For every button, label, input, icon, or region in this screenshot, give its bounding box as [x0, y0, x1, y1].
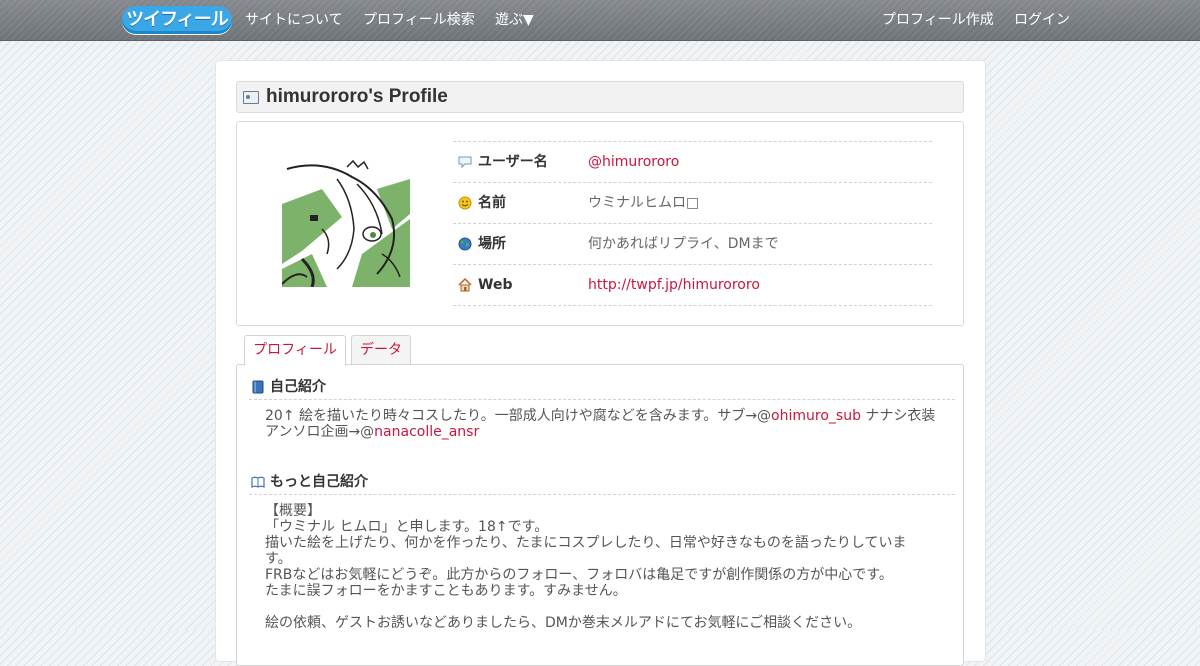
id-card-icon: [243, 91, 259, 104]
location-value: 何かあればリプライ、DMまで: [588, 236, 779, 252]
more-intro-line: たまに誤フォローをかますこともあります。すみません。: [265, 583, 627, 599]
more-intro-line: 絵の依頼、ゲストお誘いなどありましたら、DMか巻末メルアドにてお気軽にご相談くだ…: [265, 615, 862, 631]
globe-icon: [458, 237, 472, 251]
intro-section-header: 自己紹介: [249, 376, 955, 400]
info-row-username: ユーザー名 @himurororo: [453, 141, 932, 182]
info-row-web: Web http://twpf.jp/himurororo: [453, 264, 932, 306]
smiley-icon: [458, 196, 472, 210]
intro-line2-text: アンソロ企画→@: [265, 424, 375, 440]
tab-data[interactable]: データ: [351, 335, 411, 365]
profile-title-bar: himurororo's Profile: [236, 81, 964, 113]
open-book-icon: [251, 476, 265, 488]
top-navbar: ツイフィール サイトについて プロフィール検索 遊ぶ▼ プロフィール作成 ログイ…: [0, 0, 1200, 41]
mention-ohimuro-sub-link[interactable]: ohimuro_sub: [771, 408, 861, 424]
profile-title: himurororo's Profile: [266, 86, 448, 107]
intro-line1-text: 20↑ 絵を描いたり時々コスしたり。一部成人向けや腐などを含みます。サブ→@: [265, 408, 772, 424]
web-label: Web: [478, 277, 513, 293]
intro-section-title: 自己紹介: [270, 379, 326, 395]
house-icon: [458, 278, 472, 292]
username-label: ユーザー名: [478, 154, 548, 170]
mention-nanacolle-ansr-link[interactable]: nanacolle_ansr: [374, 424, 479, 440]
intro-line1-tail: ナナシ衣装: [860, 408, 936, 424]
speech-bubble-icon: [458, 156, 472, 169]
web-url-link[interactable]: http://twpf.jp/himurororo: [588, 277, 760, 294]
more-intro-line: FRBなどはお気軽にどうぞ。此方からのフォロー、フォロバは亀足ですが創作関係の方…: [265, 567, 893, 583]
intro-text-line-1: 20↑ 絵を描いたり時々コスしたり。一部成人向けや腐などを含みます。サブ→@oh…: [265, 408, 935, 424]
name-value: ウミナルヒムロ□: [588, 195, 700, 211]
avatar-illustration: [282, 159, 410, 287]
nav-search-link[interactable]: プロフィール検索: [363, 11, 475, 29]
info-row-location: 場所 何かあればリプライ、DMまで: [453, 223, 932, 264]
nav-about-link[interactable]: サイトについて: [245, 11, 343, 29]
tab-profile[interactable]: プロフィール: [244, 335, 346, 366]
more-intro-line: す。: [265, 551, 292, 567]
more-intro-line: 「ウミナル ヒムロ」と申します。18↑です。: [265, 519, 549, 535]
nav-play-menu[interactable]: 遊ぶ▼: [495, 11, 534, 29]
nav-login-link[interactable]: ログイン: [1014, 11, 1070, 29]
nav-create-profile-link[interactable]: プロフィール作成: [882, 11, 994, 29]
profile-info-table: ユーザー名 @himurororo 名前 ウミナルヒムロ□ 場所 何かあればリプ…: [453, 141, 932, 306]
more-intro-section-header: もっと自己紹介: [249, 471, 955, 495]
info-row-name: 名前 ウミナルヒムロ□: [453, 182, 932, 223]
site-logo[interactable]: ツイフィール: [122, 6, 232, 34]
more-intro-section-title: もっと自己紹介: [270, 474, 368, 490]
username-value-link[interactable]: @himurororo: [588, 154, 679, 171]
avatar[interactable]: [282, 159, 410, 287]
intro-text-line-2: アンソロ企画→@nanacolle_ansr: [265, 424, 479, 440]
name-label: 名前: [478, 195, 506, 211]
location-label: 場所: [478, 236, 506, 252]
blue-book-icon: [252, 380, 264, 394]
more-intro-line: 【概要】: [265, 503, 321, 519]
more-intro-line: 描いた絵を上げたり、何かを作ったり、たまにコスプレしたり、日常や好きなものを語っ…: [265, 535, 907, 551]
